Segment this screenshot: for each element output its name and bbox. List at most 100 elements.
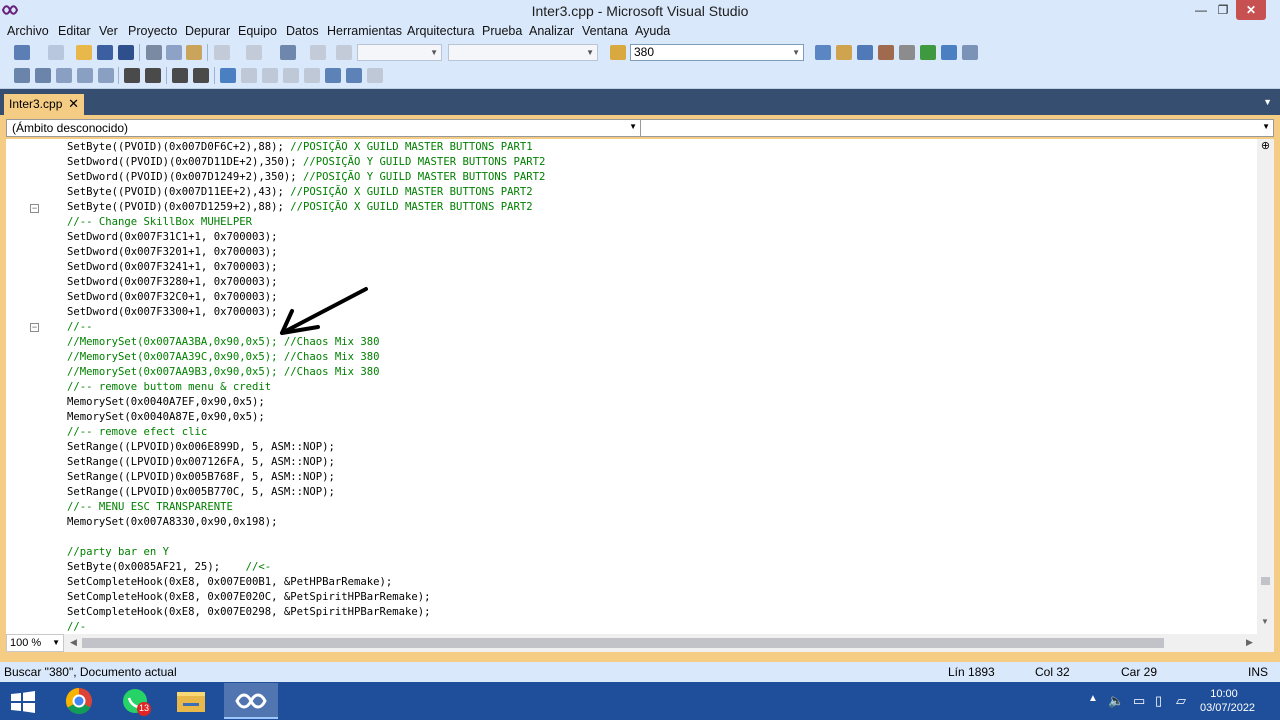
code-line[interactable]: SetDword(0x007F3201+1, 0x700003); — [67, 245, 545, 260]
taskbar-file-explorer[interactable] — [164, 683, 218, 719]
code-line[interactable]: SetCompleteHook(0xE8, 0x007E0298, &PetSp… — [67, 605, 545, 620]
bookmark-icon[interactable] — [220, 68, 236, 83]
decrease-indent-icon[interactable] — [124, 68, 140, 83]
code-line[interactable]: SetCompleteHook(0xE8, 0x007E00B1, &PetHP… — [67, 575, 545, 590]
toolbox-icon[interactable] — [878, 45, 894, 60]
solution-platform-combo[interactable]: ▼ — [448, 44, 598, 61]
code-line[interactable]: SetRange((LPVOID)0x007126FA, 5, ASM::NOP… — [67, 455, 545, 470]
code-line[interactable]: //party bar en Y — [67, 545, 545, 560]
solution-explorer-icon[interactable] — [815, 45, 831, 60]
previous-bookmark-icon[interactable] — [241, 68, 257, 83]
navigate-backward-icon[interactable] — [280, 45, 296, 60]
object-browser-icon[interactable] — [857, 45, 873, 60]
copy-icon[interactable] — [166, 45, 182, 60]
undo-icon[interactable] — [214, 45, 230, 60]
taskbar-whatsapp[interactable]: 13 — [108, 683, 162, 719]
code-line[interactable]: //MemorySet(0x007AA39C,0x90,0x5); //Chao… — [67, 350, 545, 365]
code-line[interactable]: MemorySet(0x007A8330,0x90,0x198); — [67, 515, 545, 530]
menu-depurar[interactable]: Depurar — [185, 24, 230, 38]
horizontal-scroll-thumb[interactable] — [82, 638, 1164, 648]
code-line[interactable]: MemorySet(0x0040A7EF,0x90,0x5); — [67, 395, 545, 410]
code-line[interactable]: //- — [67, 620, 545, 635]
close-tab-icon[interactable]: ✕ — [68, 96, 79, 112]
menu-ver[interactable]: Ver — [99, 24, 118, 38]
command-window-icon[interactable] — [962, 45, 978, 60]
code-line[interactable]: SetDword((PVOID)(0x007D1249+2),350); //P… — [67, 170, 545, 185]
next-bookmark-folder-icon[interactable] — [304, 68, 320, 83]
parameter-info-icon[interactable] — [35, 68, 51, 83]
volume-icon[interactable]: 🔈 — [1108, 693, 1124, 709]
uncomment-lines-icon[interactable] — [193, 68, 209, 83]
member-dropdown[interactable]: ▼ — [641, 120, 1273, 136]
show-hidden-icons-icon[interactable]: ▲ — [1088, 693, 1098, 704]
find-in-files-icon[interactable] — [610, 45, 626, 60]
code-line[interactable] — [67, 530, 545, 545]
code-line[interactable]: MemorySet(0x0040A87E,0x90,0x5); — [67, 410, 545, 425]
menu-analizar[interactable]: Analizar — [529, 24, 574, 38]
scope-dropdown[interactable]: (Ámbito desconocido) ▼ — [7, 120, 641, 136]
next-bookmark-icon[interactable] — [262, 68, 278, 83]
code-line[interactable]: SetByte((PVOID)(0x007D0F6C+2),88); //POS… — [67, 140, 545, 155]
collapse-region-icon[interactable]: − — [30, 204, 39, 213]
add-item-icon[interactable] — [48, 45, 64, 60]
solution-config-combo[interactable]: ▼ — [357, 44, 442, 61]
next-bookmark-document-icon[interactable] — [346, 68, 362, 83]
comment-lines-icon[interactable] — [172, 68, 188, 83]
collapse-region-icon[interactable]: − — [30, 323, 39, 332]
zoom-combo[interactable]: 100 % ▼ — [6, 634, 64, 652]
code-line[interactable]: SetDword(0x007F31C1+1, 0x700003); — [67, 230, 545, 245]
menu-archivo[interactable]: Archivo — [7, 24, 49, 38]
cut-icon[interactable] — [146, 45, 162, 60]
start-page-icon[interactable] — [920, 45, 936, 60]
action-center-icon[interactable]: ▯ — [1155, 693, 1162, 709]
vertical-scroll-thumb[interactable] — [1261, 577, 1270, 585]
vertical-scrollbar[interactable]: ⊕ ▼ — [1257, 139, 1274, 634]
code-line[interactable]: SetRange((LPVOID)0x005B768F, 5, ASM::NOP… — [67, 470, 545, 485]
increase-indent-icon[interactable] — [145, 68, 161, 83]
new-project-icon[interactable] — [14, 45, 30, 60]
find-combo[interactable]: 380 ▼ — [630, 44, 804, 61]
restore-button[interactable]: ❐ — [1210, 0, 1236, 20]
display-members-icon[interactable] — [14, 68, 30, 83]
paste-icon[interactable] — [186, 45, 202, 60]
menu-equipo[interactable]: Equipo — [238, 24, 277, 38]
scroll-left-icon[interactable]: ◀ — [70, 637, 77, 648]
code-line[interactable]: SetDword((PVOID)(0x007D11DE+2),350); //P… — [67, 155, 545, 170]
code-line[interactable]: SetCompleteHook(0xE8, 0x007E020C, &PetSp… — [67, 590, 545, 605]
menu-prueba[interactable]: Prueba — [482, 24, 522, 38]
taskbar-visual-studio[interactable] — [224, 683, 278, 719]
tab-list-dropdown-icon[interactable]: ▼ — [1263, 97, 1272, 107]
menu-ventana[interactable]: Ventana — [582, 24, 628, 38]
code-line[interactable]: //-- remove efect clic — [67, 425, 545, 440]
clear-bookmarks-icon[interactable] — [367, 68, 383, 83]
previous-bookmark-folder-icon[interactable] — [283, 68, 299, 83]
open-file-icon[interactable] — [76, 45, 92, 60]
code-line[interactable]: SetDword(0x007F3241+1, 0x700003); — [67, 260, 545, 275]
code-line[interactable]: //-- remove buttom menu & credit — [67, 380, 545, 395]
word-wrap-icon[interactable] — [98, 68, 114, 83]
scroll-right-icon[interactable]: ▶ — [1246, 637, 1253, 648]
menu-editar[interactable]: Editar — [58, 24, 91, 38]
tools-icon[interactable] — [899, 45, 915, 60]
extension-manager-icon[interactable] — [941, 45, 957, 60]
quick-info-icon[interactable] — [56, 68, 72, 83]
split-window-icon[interactable]: ⊕ — [1260, 141, 1271, 152]
notification-icon[interactable]: ▱ — [1176, 693, 1186, 709]
previous-bookmark-document-icon[interactable] — [325, 68, 341, 83]
code-line[interactable]: SetRange((LPVOID)0x005B770C, 5, ASM::NOP… — [67, 485, 545, 500]
code-editor[interactable]: − − SetByte((PVOID)(0x007D0F6C+2),88); /… — [6, 139, 1274, 652]
scroll-down-icon[interactable]: ▼ — [1261, 617, 1269, 626]
code-line[interactable]: SetByte((PVOID)(0x007D1259+2),88); //POS… — [67, 200, 545, 215]
redo-icon[interactable] — [246, 45, 262, 60]
clock[interactable]: 10:00 03/07/2022 — [1200, 687, 1255, 715]
code-line[interactable]: SetByte((PVOID)(0x007D11EE+2),43); //POS… — [67, 185, 545, 200]
tab-inter3-cpp[interactable]: Inter3.cpp ✕ — [4, 94, 84, 115]
network-icon[interactable]: ▭ — [1133, 693, 1145, 709]
code-line[interactable]: SetByte(0x0085AF21, 25); //<- — [67, 560, 545, 575]
close-window-button[interactable]: ✕ — [1236, 0, 1266, 20]
properties-icon[interactable] — [836, 45, 852, 60]
navigate-forward-icon[interactable] — [310, 45, 326, 60]
save-icon[interactable] — [97, 45, 113, 60]
menu-datos[interactable]: Datos — [286, 24, 319, 38]
menu-ayuda[interactable]: Ayuda — [635, 24, 670, 38]
